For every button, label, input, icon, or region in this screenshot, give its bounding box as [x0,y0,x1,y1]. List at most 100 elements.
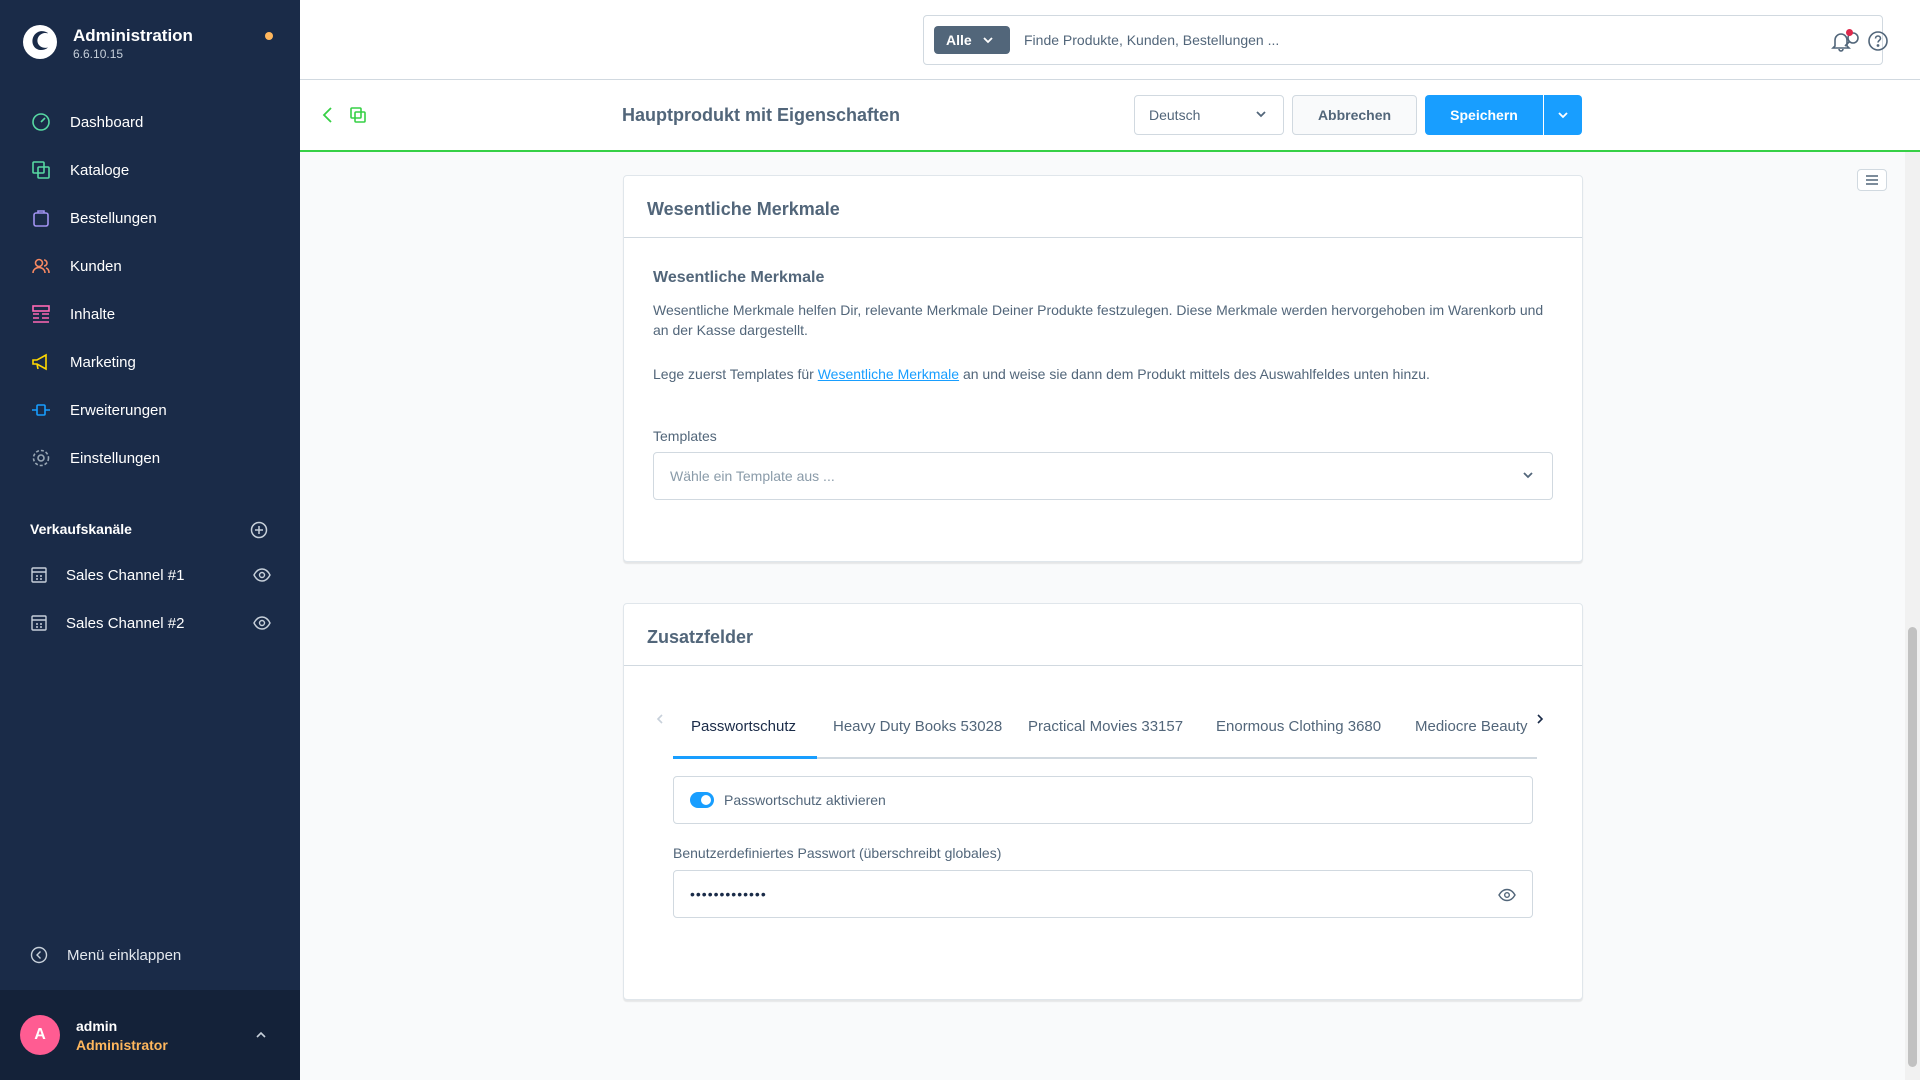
tab-enormous-clothing[interactable]: Enormous Clothing 3680 [1216,718,1381,735]
nav-item-orders[interactable]: Bestellungen [0,194,300,242]
global-search: Alle [923,15,1883,65]
sales-channel-item[interactable]: Sales Channel #1 [0,555,300,595]
card-title: Wesentliche Merkmale [624,176,1582,238]
dashboard-icon [30,111,52,133]
chevron-left-icon[interactable] [653,712,667,726]
eye-icon[interactable] [253,567,271,583]
essentials-instructions: Lege zuerst Templates für Wesentliche Me… [653,364,1553,384]
tab-passwortschutz[interactable]: Passwortschutz [691,718,796,735]
essentials-link[interactable]: Wesentliche Merkmale [818,366,959,382]
templates-select[interactable]: Wähle ein Template aus ... [653,452,1553,500]
tab-heavy-duty-books[interactable]: Heavy Duty Books 53028 [833,718,1002,735]
password-protection-label: Passwortschutz aktivieren [724,792,886,808]
chevron-right-icon[interactable] [1533,712,1547,726]
settings-icon [30,447,52,469]
save-options-button[interactable] [1544,95,1582,135]
help-icon[interactable] [1867,30,1889,52]
nav-item-extensions[interactable]: Erweiterungen [0,386,300,434]
nav-item-marketing[interactable]: Marketing [0,338,300,386]
brand-version: 6.6.10.15 [73,47,124,61]
storefront-icon [31,615,47,631]
search-type-select[interactable]: Alle [934,26,1010,54]
active-tab-indicator [673,756,817,759]
password-protection-field: Passwortschutz aktivieren [673,776,1533,824]
storefront-icon [31,567,47,583]
status-dot [265,32,273,40]
notification-dot [1846,29,1853,36]
nav-label: Dashboard [70,113,144,131]
shopware-logo-icon[interactable] [22,24,58,60]
nav-item-customers[interactable]: Kunden [0,242,300,290]
top-bar: Alle [300,0,1920,80]
extensions-icon [30,399,52,421]
user-role: Administrator [76,1037,168,1053]
card-title: Zusatzfelder [624,604,1582,666]
page-header: Hauptprodukt mit Eigenschaften Deutsch A… [300,80,1920,152]
show-password-icon[interactable] [1498,888,1516,902]
back-icon[interactable] [320,106,336,124]
language-switch[interactable]: Deutsch [1134,95,1284,135]
nav-label: Kunden [70,257,122,275]
orders-icon [30,207,52,229]
eye-icon[interactable] [253,615,271,631]
duplicate-icon[interactable] [349,106,367,124]
scrollbar-thumb[interactable] [1908,627,1917,1067]
collapse-label: Menü einklappen [67,946,182,964]
nav-label: Marketing [70,353,136,371]
nav-item-catalog[interactable]: Kataloge [0,146,300,194]
sidebar-toggle-button[interactable] [1857,169,1887,191]
sales-channel-item[interactable]: Sales Channel #2 [0,603,300,643]
templates-placeholder: Wähle ein Template aus ... [670,468,835,484]
password-value: ••••••••••••• [690,886,767,902]
password-label: Benutzerdefiniertes Passwort (überschrei… [673,845,1002,861]
templates-label: Templates [653,428,717,444]
essentials-description: Wesentliche Merkmale helfen Dir, relevan… [653,302,1544,338]
search-type-label: Alle [946,32,972,48]
nav-item-settings[interactable]: Einstellungen [0,434,300,482]
collapse-menu-button[interactable]: Menü einklappen [30,946,181,964]
custom-field-tabs: Passwortschutz Heavy Duty Books 53028 Pr… [653,704,1553,759]
nav-item-content[interactable]: Inhalte [0,290,300,338]
nav-label: Bestellungen [70,209,157,227]
instructions-text: Lege zuerst Templates für [653,366,818,382]
chevron-down-icon [1523,472,1533,479]
cancel-button[interactable]: Abbrechen [1292,95,1417,135]
chevron-down-icon [1558,112,1568,119]
collapse-icon [30,946,48,964]
essentials-heading: Wesentliche Merkmale [653,269,825,286]
brand: Administration 6.6.10.15 [22,24,282,64]
nav-label: Einstellungen [70,449,161,467]
avatar[interactable]: A [20,1015,60,1055]
menu-icon [1866,175,1878,185]
nav-label: Kataloge [70,161,130,179]
password-protection-switch[interactable] [690,792,714,808]
tab-strip: Passwortschutz Heavy Duty Books 53028 Pr… [673,704,1533,759]
sidebar: Administration 6.6.10.15 Dashboard Katal… [0,0,300,1080]
scrollbar[interactable] [1905,152,1920,1080]
nav-label: Inhalte [70,305,116,323]
sales-channel-label: Sales Channel #1 [66,566,185,584]
marketing-icon [30,351,52,373]
tab-mediocre-beauty[interactable]: Mediocre Beauty [1415,718,1528,735]
sales-channel-label: Sales Channel #2 [66,614,185,632]
password-field[interactable]: ••••••••••••• [673,870,1533,918]
tab-practical-movies[interactable]: Practical Movies 33157 [1028,718,1183,735]
add-sales-channel-icon[interactable] [250,521,268,539]
essentials-card: Wesentliche Merkmale Wesentliche Merkmal… [623,175,1583,562]
sales-channels-title: Verkaufskanäle [30,521,132,537]
main-nav: Dashboard Kataloge Bestellungen Kunden I… [0,98,300,482]
customers-icon [30,255,52,277]
nav-item-dashboard[interactable]: Dashboard [0,98,300,146]
search-input[interactable] [1024,26,1824,54]
chevron-up-icon[interactable] [254,1028,268,1042]
instructions-text: an und weise sie dann dem Produkt mittel… [959,366,1430,382]
chevron-down-icon [983,37,993,44]
page-title: Hauptprodukt mit Eigenschaften [622,105,901,125]
content-icon [30,303,52,325]
save-button[interactable]: Speichern [1425,95,1543,135]
user-name: admin [76,1018,118,1034]
chevron-down-icon [1256,111,1266,118]
language-label: Deutsch [1149,107,1201,123]
nav-label: Erweiterungen [70,401,167,419]
catalog-icon [30,159,52,181]
